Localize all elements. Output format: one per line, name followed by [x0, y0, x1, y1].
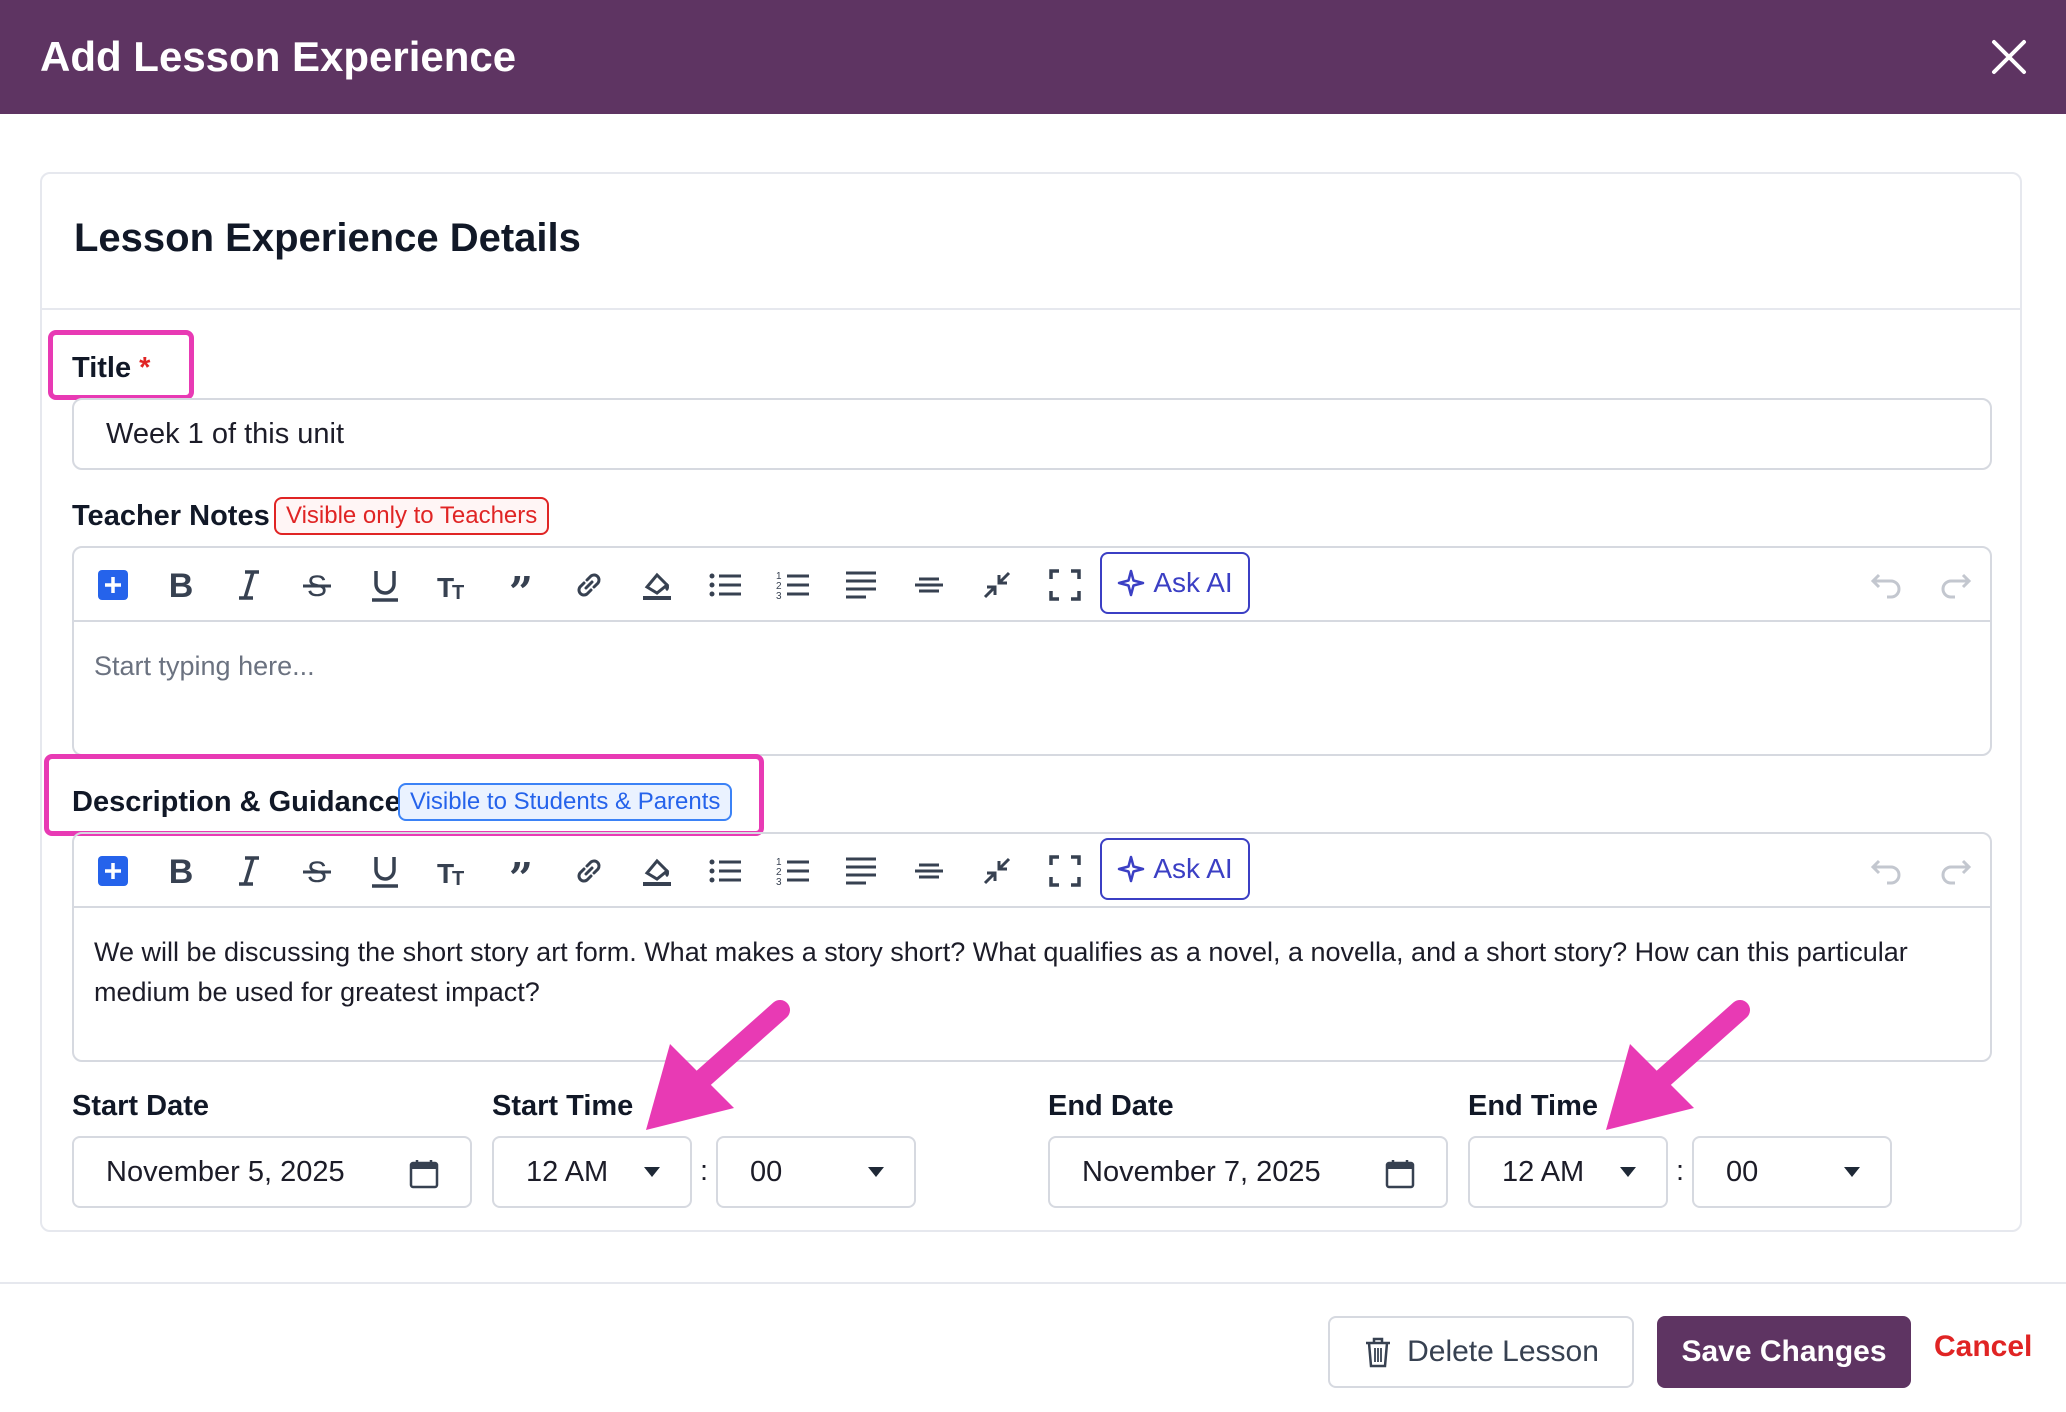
- time-separator: :: [1676, 1155, 1685, 1187]
- highlight-icon[interactable]: [638, 852, 676, 890]
- start-hour-select[interactable]: 12 AM: [492, 1136, 692, 1208]
- start-date-label: Start Date: [72, 1090, 209, 1122]
- title-input[interactable]: Week 1 of this unit: [72, 398, 1992, 470]
- chevron-down-icon: [1844, 1167, 1860, 1177]
- start-date-input[interactable]: November 5, 2025: [72, 1136, 472, 1208]
- strikethrough-icon[interactable]: S: [298, 566, 336, 604]
- svg-text:B: B: [169, 567, 194, 603]
- end-hour-select[interactable]: 12 AM: [1468, 1136, 1668, 1208]
- undo-icon[interactable]: [1868, 852, 1906, 890]
- title-input-value: Week 1 of this unit: [106, 417, 345, 450]
- collapse-icon[interactable]: [978, 852, 1016, 890]
- highlight-icon[interactable]: [638, 566, 676, 604]
- title-label-text: Title: [72, 352, 132, 384]
- undo-icon[interactable]: [1868, 566, 1906, 604]
- start-hour-value: 12 AM: [526, 1155, 609, 1188]
- dialog-header: Add Lesson Experience: [0, 0, 2066, 114]
- teacher-visibility-badge: Visible only to Teachers: [274, 497, 550, 535]
- chevron-down-icon: [868, 1167, 884, 1177]
- bold-icon[interactable]: B: [162, 566, 200, 604]
- numbered-list-icon[interactable]: 123: [774, 852, 812, 890]
- redo-icon[interactable]: [1936, 566, 1974, 604]
- dialog-title: Add Lesson Experience: [40, 33, 517, 80]
- sparkle-icon: [1118, 569, 1145, 597]
- italic-icon[interactable]: [230, 852, 268, 890]
- svg-text:T: T: [452, 582, 464, 603]
- sparkle-icon: [1118, 855, 1145, 883]
- ask-ai-label: Ask AI: [1153, 853, 1233, 884]
- fullscreen-icon[interactable]: [1046, 566, 1084, 604]
- svg-text:T: T: [452, 868, 464, 889]
- end-time-label: End Time: [1468, 1090, 1598, 1122]
- fullscreen-icon[interactable]: [1046, 852, 1084, 890]
- card-title: Lesson Experience Details: [74, 216, 581, 260]
- teacher-notes-toolbar: B S TT ” 123 Ask AI: [74, 548, 1990, 622]
- title-label: Title *: [72, 352, 150, 385]
- calendar-icon[interactable]: [408, 1158, 440, 1190]
- svg-text:3: 3: [776, 877, 782, 888]
- plus-icon[interactable]: [94, 852, 132, 890]
- link-icon[interactable]: [570, 852, 608, 890]
- start-date-value: November 5, 2025: [106, 1155, 345, 1188]
- required-mark: *: [139, 352, 151, 384]
- end-date-value: November 7, 2025: [1082, 1155, 1321, 1188]
- annotation-arrow-start-time: [646, 1000, 790, 1130]
- collapse-icon[interactable]: [978, 566, 1016, 604]
- end-date-input[interactable]: November 7, 2025: [1048, 1136, 1448, 1208]
- font-size-icon[interactable]: TT: [434, 852, 472, 890]
- student-visibility-badge: Visible to Students & Parents: [398, 783, 733, 821]
- quote-icon[interactable]: ”: [502, 852, 540, 890]
- horizontal-rule-icon[interactable]: [910, 852, 948, 890]
- underline-icon[interactable]: [366, 852, 404, 890]
- start-minute-value: 00: [750, 1155, 783, 1188]
- svg-text:”: ”: [509, 568, 533, 603]
- teacher-notes-editor[interactable]: B S TT ” 123 Ask AI Start typing here...: [72, 546, 1992, 756]
- align-icon[interactable]: [842, 852, 880, 890]
- chevron-down-icon: [1620, 1167, 1636, 1177]
- svg-text:B: B: [169, 853, 194, 889]
- end-date-label: End Date: [1048, 1090, 1174, 1122]
- trash-icon: [1366, 1337, 1391, 1368]
- teacher-notes-placeholder: Start typing here...: [94, 651, 315, 681]
- card-header: Lesson Experience Details: [42, 174, 2020, 310]
- ask-ai-label: Ask AI: [1153, 567, 1233, 598]
- teacher-notes-label: Teacher Notes: [72, 500, 270, 532]
- ask-ai-button[interactable]: Ask AI: [1100, 552, 1250, 614]
- plus-icon[interactable]: [94, 566, 132, 604]
- end-minute-select[interactable]: 00: [1692, 1136, 1892, 1208]
- svg-text:”: ”: [509, 854, 533, 889]
- cancel-button[interactable]: Cancel: [1934, 1330, 2032, 1364]
- save-changes-button[interactable]: Save Changes: [1657, 1316, 1911, 1388]
- footer-divider: [0, 1282, 2066, 1284]
- italic-icon[interactable]: [230, 566, 268, 604]
- end-minute-value: 00: [1726, 1155, 1759, 1188]
- font-size-icon[interactable]: TT: [434, 566, 472, 604]
- underline-icon[interactable]: [366, 566, 404, 604]
- calendar-icon[interactable]: [1384, 1158, 1416, 1190]
- link-icon[interactable]: [570, 566, 608, 604]
- ask-ai-button[interactable]: Ask AI: [1100, 838, 1250, 900]
- delete-lesson-label: Delete Lesson: [1407, 1335, 1599, 1368]
- delete-lesson-button[interactable]: Delete Lesson: [1328, 1316, 1634, 1388]
- redo-icon[interactable]: [1936, 852, 1974, 890]
- svg-text:3: 3: [776, 591, 782, 602]
- numbered-list-icon[interactable]: 123: [774, 566, 812, 604]
- bulleted-list-icon[interactable]: [706, 566, 744, 604]
- annotation-arrow-end-time: [1606, 1000, 1750, 1130]
- quote-icon[interactable]: ”: [502, 566, 540, 604]
- description-toolbar: B S TT ” 123 Ask AI: [74, 834, 1990, 908]
- horizontal-rule-icon[interactable]: [910, 566, 948, 604]
- bold-icon[interactable]: B: [162, 852, 200, 890]
- time-separator: :: [700, 1155, 709, 1187]
- align-icon[interactable]: [842, 566, 880, 604]
- description-label: Description & Guidance: [72, 786, 401, 818]
- strikethrough-icon[interactable]: S: [298, 852, 336, 890]
- bulleted-list-icon[interactable]: [706, 852, 744, 890]
- start-minute-select[interactable]: 00: [716, 1136, 916, 1208]
- close-icon[interactable]: [1984, 32, 2034, 82]
- end-hour-value: 12 AM: [1502, 1155, 1585, 1188]
- chevron-down-icon: [644, 1167, 660, 1177]
- start-time-label: Start Time: [492, 1090, 634, 1122]
